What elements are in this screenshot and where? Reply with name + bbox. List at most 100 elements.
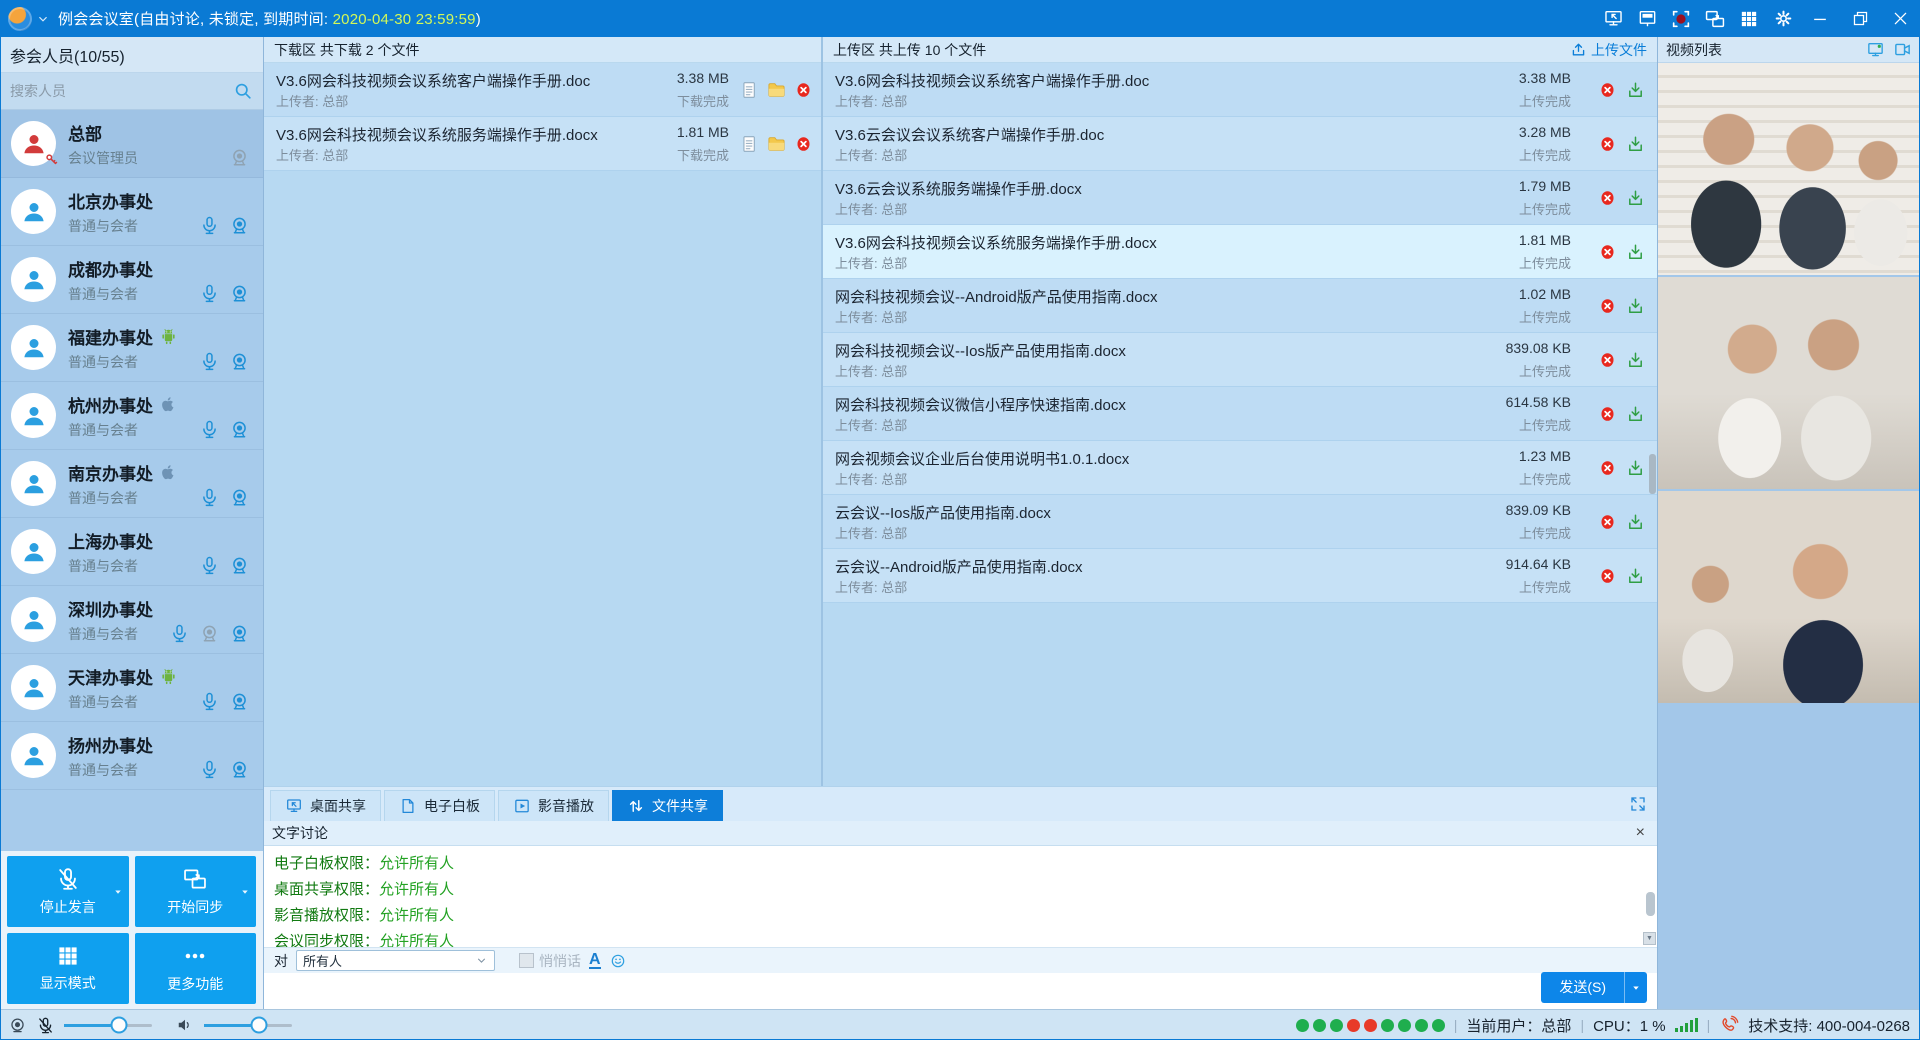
chat-scroll-down-icon[interactable]: ▼: [1643, 932, 1656, 945]
delete-icon[interactable]: [1598, 350, 1617, 369]
upload-file-row[interactable]: 云会议--Ios版产品使用指南.docx 上传者: 总部 839.09 KB 上…: [823, 495, 1657, 549]
video-thumbnail-2[interactable]: [1658, 277, 1920, 489]
tab-media-play[interactable]: 影音播放: [498, 790, 609, 821]
mic-icon[interactable]: [199, 487, 220, 508]
download-icon[interactable]: [1626, 350, 1645, 369]
delete-icon[interactable]: [794, 80, 813, 99]
settings-gear-icon[interactable]: [1766, 4, 1800, 34]
mic-icon[interactable]: [199, 351, 220, 372]
video-layout-icon[interactable]: [1866, 40, 1885, 59]
camera-icon[interactable]: [229, 555, 250, 576]
tab-whiteboard[interactable]: 电子白板: [384, 790, 495, 821]
upload-file-row[interactable]: 网会科技视频会议微信小程序快速指南.docx 上传者: 总部 614.58 KB…: [823, 387, 1657, 441]
app-menu-chevron-icon[interactable]: [36, 12, 50, 26]
minimize-button[interactable]: [1800, 4, 1840, 34]
upload-file-button[interactable]: 上传文件: [1570, 40, 1647, 60]
upload-file-row[interactable]: 网会科技视频会议--Ios版产品使用指南.docx 上传者: 总部 839.08…: [823, 333, 1657, 387]
sync-screens-icon[interactable]: [1698, 4, 1732, 34]
start-sync-button[interactable]: 开始同步: [135, 856, 257, 927]
font-style-button[interactable]: A: [589, 952, 601, 969]
mic-icon[interactable]: [199, 555, 220, 576]
camera-icon[interactable]: [229, 215, 250, 236]
chat-close-icon[interactable]: ×: [1632, 825, 1649, 841]
open-file-icon[interactable]: [740, 134, 759, 153]
upload-file-row[interactable]: 网会视频会议企业后台使用说明书1.0.1.docx 上传者: 总部 1.23 M…: [823, 441, 1657, 495]
delete-icon[interactable]: [1598, 512, 1617, 531]
search-bar[interactable]: [0, 73, 263, 110]
download-icon[interactable]: [1626, 566, 1645, 585]
camera-icon[interactable]: [229, 623, 250, 644]
participant-row-yangzhou[interactable]: 扬州办事处 普通与会者: [0, 722, 263, 790]
search-input[interactable]: [0, 82, 233, 100]
download-icon[interactable]: [1626, 188, 1645, 207]
upload-file-row-selected[interactable]: V3.6网会科技视频会议系统服务端操作手册.docx 上传者: 总部 1.81 …: [823, 225, 1657, 279]
upload-file-row[interactable]: 网会科技视频会议--Android版产品使用指南.docx 上传者: 总部 1.…: [823, 279, 1657, 333]
delete-icon[interactable]: [1598, 80, 1617, 99]
delete-icon[interactable]: [1598, 134, 1617, 153]
upload-file-row[interactable]: 云会议--Android版产品使用指南.docx 上传者: 总部 914.64 …: [823, 549, 1657, 603]
delete-icon[interactable]: [1598, 566, 1617, 585]
chat-messages[interactable]: 电子白板权限：允许所有人 桌面共享权限：允许所有人 影音播放权限：允许所有人 会…: [264, 846, 1657, 947]
restore-button[interactable]: [1840, 4, 1880, 34]
download-icon[interactable]: [1626, 242, 1645, 261]
download-icon[interactable]: [1626, 512, 1645, 531]
speaker-volume-slider[interactable]: [204, 1024, 292, 1027]
checkbox-icon[interactable]: [519, 953, 534, 968]
camera-icon[interactable]: [229, 351, 250, 372]
screen-share-icon[interactable]: [1596, 4, 1630, 34]
camera-icon[interactable]: [229, 419, 250, 440]
chat-scrollbar[interactable]: [1646, 892, 1655, 916]
participant-row-shanghai[interactable]: 上海办事处 普通与会者: [0, 518, 263, 586]
more-functions-button[interactable]: 更多功能: [135, 933, 257, 1004]
search-icon[interactable]: [233, 81, 253, 101]
video-thumbnail-3[interactable]: [1658, 491, 1920, 703]
camera-icon[interactable]: [229, 691, 250, 712]
upload-scrollbar[interactable]: [1649, 454, 1656, 494]
display-mode-button[interactable]: 显示模式: [7, 933, 129, 1004]
open-folder-icon[interactable]: [766, 79, 787, 100]
close-button[interactable]: [1880, 4, 1920, 34]
video-camera-icon[interactable]: [1893, 40, 1912, 59]
mic-icon[interactable]: [199, 759, 220, 780]
tab-desktop-share[interactable]: 桌面共享: [270, 790, 381, 821]
dropdown-caret-icon[interactable]: [239, 886, 251, 898]
whiteboard-panel-icon[interactable]: [1630, 4, 1664, 34]
camera-icon[interactable]: [229, 487, 250, 508]
speaker-icon[interactable]: [175, 1015, 195, 1035]
recipient-select[interactable]: 所有人: [296, 950, 495, 971]
stop-speaking-button[interactable]: 停止发言: [7, 856, 129, 927]
layout-grid-icon[interactable]: [1732, 4, 1766, 34]
upload-file-row[interactable]: V3.6网会科技视频会议系统客户端操作手册.doc 上传者: 总部 3.38 M…: [823, 63, 1657, 117]
participant-row-hangzhou[interactable]: 杭州办事处 普通与会者: [0, 382, 263, 450]
mic-volume-slider[interactable]: [64, 1024, 152, 1027]
camera-disabled-icon[interactable]: [199, 623, 220, 644]
download-file-row[interactable]: V3.6网会科技视频会议系统客户端操作手册.doc 上传者: 总部 3.38 M…: [264, 63, 821, 117]
camera-disabled-icon[interactable]: [229, 147, 250, 168]
delete-icon[interactable]: [1598, 242, 1617, 261]
mic-icon[interactable]: [199, 691, 220, 712]
participant-row-hq[interactable]: 总部 会议管理员: [0, 110, 263, 178]
send-options-caret[interactable]: [1624, 972, 1647, 1003]
camera-icon[interactable]: [229, 759, 250, 780]
dropdown-caret-icon[interactable]: [112, 886, 124, 898]
mic-muted-icon[interactable]: [36, 1016, 55, 1035]
mic-icon[interactable]: [199, 419, 220, 440]
upload-file-row[interactable]: V3.6云会议会议系统客户端操作手册.doc 上传者: 总部 3.28 MB 上…: [823, 117, 1657, 171]
emoji-icon[interactable]: [609, 952, 627, 970]
record-icon[interactable]: [1664, 4, 1698, 34]
delete-icon[interactable]: [1598, 458, 1617, 477]
delete-icon[interactable]: [794, 134, 813, 153]
participant-row-beijing[interactable]: 北京办事处 普通与会者: [0, 178, 263, 246]
open-folder-icon[interactable]: [766, 133, 787, 154]
participant-row-tianjin[interactable]: 天津办事处 普通与会者: [0, 654, 263, 722]
message-input[interactable]: [270, 977, 1477, 1005]
mic-icon[interactable]: [199, 283, 220, 304]
send-button[interactable]: 发送(S): [1541, 972, 1647, 1003]
delete-icon[interactable]: [1598, 296, 1617, 315]
download-icon[interactable]: [1626, 80, 1645, 99]
open-file-icon[interactable]: [740, 80, 759, 99]
download-icon[interactable]: [1626, 296, 1645, 315]
video-thumbnail-1[interactable]: [1658, 63, 1920, 275]
participant-row-nanjing[interactable]: 南京办事处 普通与会者: [0, 450, 263, 518]
camera-icon[interactable]: [229, 283, 250, 304]
